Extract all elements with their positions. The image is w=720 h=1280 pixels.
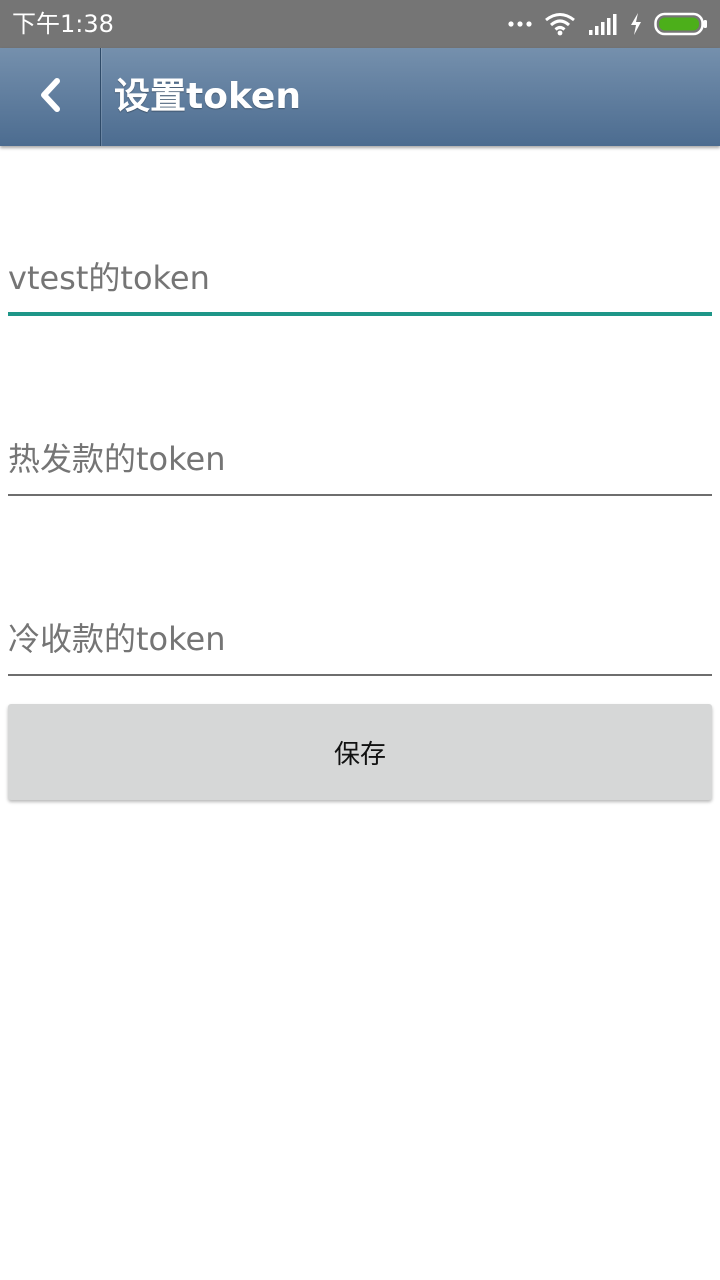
charging-icon [630, 13, 642, 35]
vtest-token-field [8, 256, 712, 316]
hot-wallet-token-input[interactable] [8, 436, 712, 496]
app-bar: 设置token [0, 48, 720, 146]
battery-icon [654, 12, 708, 36]
app-bar-divider [100, 48, 101, 146]
hot-wallet-token-field [8, 436, 712, 496]
cold-wallet-token-input[interactable] [8, 616, 712, 676]
wifi-icon [544, 12, 576, 36]
cold-wallet-token-field [8, 616, 712, 676]
vtest-token-input[interactable] [8, 256, 712, 316]
chevron-left-icon [37, 77, 63, 117]
more-dots-icon [508, 20, 532, 28]
back-button[interactable] [0, 48, 100, 146]
status-time: 下午1:38 [12, 10, 114, 38]
save-button[interactable]: 保存 [8, 704, 712, 800]
status-bar: 下午1:38 [0, 0, 720, 48]
page-title: 设置token [114, 76, 301, 117]
signal-icon [588, 13, 618, 35]
status-icons [508, 10, 708, 38]
